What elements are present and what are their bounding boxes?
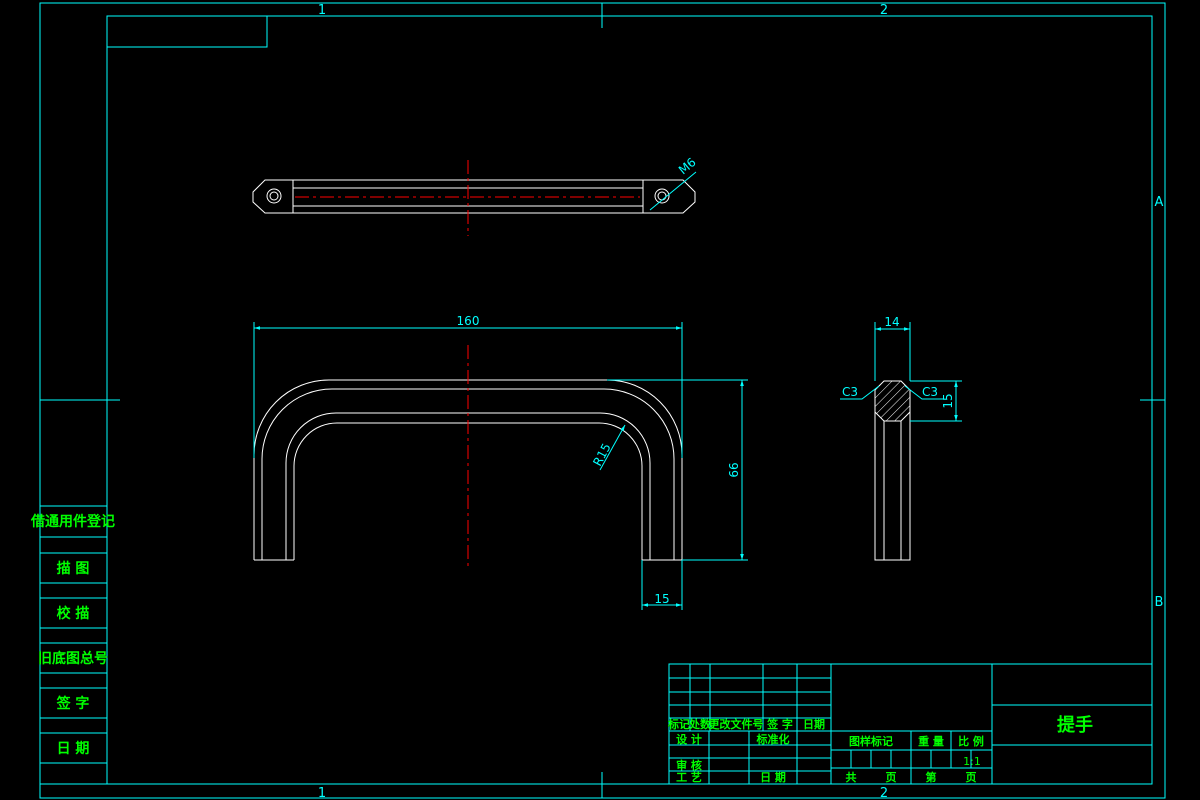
side-section <box>874 380 911 561</box>
title-block: 标记 处数 更改文件号 签 字 日期 设 计 标准化 审 核 工 艺 日 期 图… <box>667 663 1153 785</box>
tb-sheet-word-1: 页 <box>886 771 897 784</box>
tb-weight: 重 量 <box>918 734 944 748</box>
zone-label-bottom-2: 2 <box>880 786 888 800</box>
front-view-dim-text: 160 66 15 R15 <box>457 314 741 606</box>
tb-scale-value: 1:1 <box>963 755 981 768</box>
dim-m6: M6 <box>676 155 699 177</box>
register-row-2: 校 描 <box>57 605 90 622</box>
sheet-frame <box>39 2 1166 799</box>
tb-date: 日 期 <box>760 770 786 784</box>
top-view-centerlines <box>295 160 640 236</box>
zone-label-b: B <box>1155 595 1164 610</box>
tb-standardization: 标准化 <box>756 732 790 746</box>
zone-label-a: A <box>1155 195 1164 210</box>
zone-label-top-1: 1 <box>318 3 326 18</box>
register-row-1: 描 图 <box>57 560 90 577</box>
dim-c3-left: C3 <box>842 385 858 399</box>
rev-header-mark: 标记 <box>667 717 690 731</box>
zone-label-top-2: 2 <box>880 3 888 18</box>
tb-total: 共 <box>846 770 857 784</box>
tb-sheet-word-2: 页 <box>966 771 977 784</box>
dim-r15: R15 <box>590 441 613 468</box>
dim-15-leg: 15 <box>654 592 669 606</box>
register-row-5: 日 期 <box>57 741 90 757</box>
rev-header-sign: 签 字 <box>766 717 793 731</box>
register-row-4: 签 字 <box>56 695 90 712</box>
part-name: 提手 <box>1057 714 1093 736</box>
tb-review: 审 核 <box>676 758 702 772</box>
dim-160: 160 <box>457 314 480 328</box>
dim-c3-right: C3 <box>922 385 938 399</box>
rev-header-date: 日期 <box>803 717 825 731</box>
rev-header-doc: 更改文件号 <box>709 717 764 731</box>
dim-66: 66 <box>727 462 741 477</box>
tb-scale-label: 比 例 <box>958 734 984 748</box>
left-register: 借通用件登记 描 图 校 描 旧底图总号 签 字 日 期 <box>30 505 115 785</box>
tb-sheet-no: 第 <box>926 770 937 784</box>
cad-drawing: 1 2 1 2 A B M6 160 66 15 R15 14 C3 C3 15… <box>30 2 1166 800</box>
tb-process: 工 艺 <box>676 770 702 784</box>
register-title: 借通用件登记 <box>30 513 115 530</box>
zone-labels: 1 2 1 2 A B <box>318 3 1164 800</box>
zone-label-bottom-1: 1 <box>318 786 326 800</box>
dim-14: 14 <box>884 315 899 329</box>
tb-design: 设 计 <box>676 732 702 746</box>
dim-15-section: 15 <box>941 393 955 408</box>
tb-stage-mark: 图样标记 <box>849 734 893 748</box>
register-row-3: 旧底图总号 <box>38 650 108 667</box>
